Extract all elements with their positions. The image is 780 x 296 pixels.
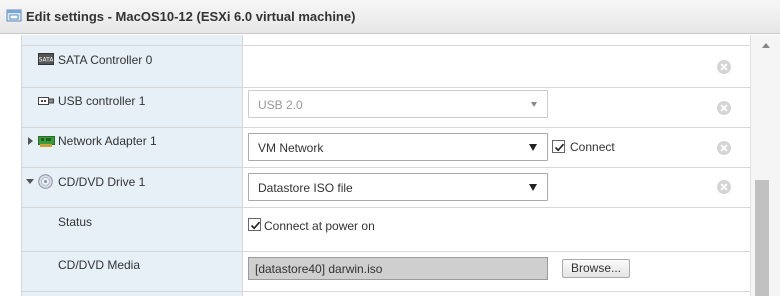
cd-dvd-icon xyxy=(38,174,53,189)
cd-dvd-media-path-value: [datastore40] darwin.iso xyxy=(255,262,383,276)
settings-panel: SATA SATA Controller 0 USB controller 1 … xyxy=(0,35,780,296)
row-divider xyxy=(22,127,750,128)
cd-dvd-source-select[interactable]: Datastore ISO file xyxy=(248,173,548,201)
tree-gutter xyxy=(0,35,22,296)
vertical-scrollbar[interactable] xyxy=(750,35,780,296)
usb-icon xyxy=(38,97,54,105)
dialog-title: Edit settings - MacOS10-12 (ESXi 6.0 vir… xyxy=(26,9,356,24)
chevron-down-icon xyxy=(531,102,537,107)
remove-usb-controller-button[interactable] xyxy=(717,101,731,115)
row-label-cd-dvd-drive: CD/DVD Drive 1 xyxy=(58,175,146,189)
cd-dvd-source-value: Datastore ISO file xyxy=(258,181,353,195)
scroll-up-arrow-icon[interactable] xyxy=(762,43,770,48)
connect-at-power-on-checkbox[interactable] xyxy=(248,218,261,231)
network-connect-checkbox[interactable] xyxy=(552,140,565,153)
cd-dvd-media-path-field: [datastore40] darwin.iso xyxy=(248,257,548,280)
chevron-down-icon xyxy=(529,184,537,191)
expand-network-adapter-icon[interactable] xyxy=(28,137,33,145)
sata-controller-icon: SATA xyxy=(38,53,54,65)
row-divider xyxy=(22,291,750,292)
row-divider xyxy=(22,207,750,208)
network-select[interactable]: VM Network xyxy=(248,133,548,161)
remove-cd-dvd-button[interactable] xyxy=(717,180,731,194)
dialog-titlebar: Edit settings - MacOS10-12 (ESXi 6.0 vir… xyxy=(0,0,780,34)
usb-version-select[interactable]: USB 2.0 xyxy=(248,90,548,118)
network-value: VM Network xyxy=(258,141,324,155)
scrollbar-thumb[interactable] xyxy=(755,180,769,296)
checkmark-icon xyxy=(554,143,565,152)
chevron-down-icon xyxy=(529,144,537,151)
browse-button[interactable]: Browse... xyxy=(562,259,630,278)
remove-network-adapter-button[interactable] xyxy=(717,141,731,155)
vm-settings-icon xyxy=(6,9,22,22)
row-label-sata-controller: SATA Controller 0 xyxy=(58,53,153,67)
label-column xyxy=(22,35,242,296)
checkmark-icon xyxy=(250,221,261,230)
collapse-cd-dvd-icon[interactable] xyxy=(26,179,34,184)
row-label-status: Status xyxy=(58,215,93,229)
connect-at-power-on-label[interactable]: Connect at power on xyxy=(264,219,375,233)
row-divider xyxy=(22,167,750,168)
row-divider xyxy=(22,45,750,46)
row-divider xyxy=(22,251,750,252)
usb-version-value: USB 2.0 xyxy=(258,98,303,112)
remove-sata-controller-button[interactable] xyxy=(717,60,731,74)
svg-text:SATA: SATA xyxy=(39,57,54,64)
row-label-network-adapter: Network Adapter 1 xyxy=(58,134,157,148)
row-label-usb-controller: USB controller 1 xyxy=(58,94,146,108)
row-label-cd-dvd-media: CD/DVD Media xyxy=(58,258,141,272)
network-adapter-icon xyxy=(38,136,55,147)
row-divider xyxy=(22,87,750,88)
network-connect-label[interactable]: Connect xyxy=(570,140,615,154)
